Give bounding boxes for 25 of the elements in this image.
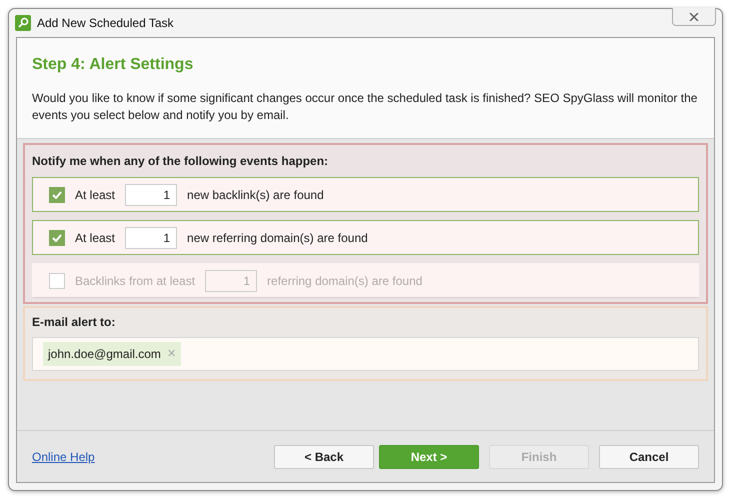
online-help-link[interactable]: Online Help [32, 448, 95, 466]
close-button[interactable] [672, 8, 716, 26]
condition-label: At least [75, 186, 116, 204]
section-heading: Notify me when any of the following events happen: [32, 153, 330, 170]
checkbox[interactable] [49, 230, 65, 246]
wizard-button[interactable]: Cancel [599, 444, 699, 468]
wizard-button[interactable]: < Back [274, 444, 374, 468]
step-description: Would you like to know if some significant changes occur once the scheduled task is finished? SEO SpyGlass will monitor the events you select below and notify you by email. [32, 90, 698, 124]
app-icon [15, 15, 31, 31]
condition-label: At least [75, 230, 116, 246]
email-address: john.doe@gmail.com [48, 346, 161, 363]
number-field[interactable]: 1 [125, 184, 178, 206]
checkmark-icon [52, 234, 62, 242]
step-title: Step 4: Alert Settings [32, 55, 194, 74]
condition-label: new referring domain(s) are found [187, 230, 368, 246]
checkmark-icon [52, 190, 62, 198]
checkbox[interactable] [49, 186, 65, 202]
condition-label: new backlink(s) are found [187, 186, 324, 204]
section-heading: E-mail alert to: [32, 314, 116, 331]
close-icon [689, 12, 699, 20]
condition-label: Backlinks from at least [75, 272, 196, 290]
number-field[interactable]: 1 [125, 226, 178, 248]
window-title: Add New Scheduled Task [37, 15, 174, 32]
email-field[interactable]: john.doe@gmail.com ✕ [32, 337, 699, 371]
condition-label: referring domain(s) are found [267, 272, 422, 290]
